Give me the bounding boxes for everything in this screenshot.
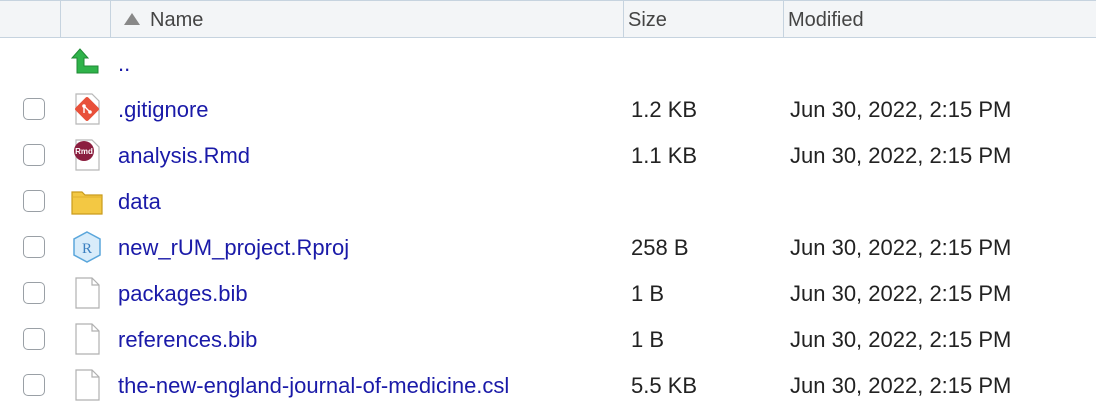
file-select-checkbox[interactable]	[23, 144, 45, 166]
file-name-link[interactable]: references.bib	[118, 327, 257, 353]
file-name-link[interactable]: packages.bib	[118, 281, 248, 307]
file-size: 1 B	[631, 327, 665, 352]
svg-text:Rmd: Rmd	[75, 147, 93, 156]
file-size: 1.1 KB	[631, 143, 698, 168]
file-modified: Jun 30, 2022, 2:15 PM	[790, 235, 1012, 260]
file-name-link[interactable]: the-new-england-journal-of-medicine.csl	[118, 373, 509, 399]
file-name-link[interactable]: analysis.Rmd	[118, 143, 250, 169]
file-modified: Jun 30, 2022, 2:15 PM	[790, 97, 1012, 122]
folder-icon	[71, 191, 103, 215]
file-row[interactable]: Rnew_rUM_project.Rproj 258 B Jun 30, 2022,…	[0, 224, 1096, 270]
header-modified-label: Modified	[788, 9, 864, 31]
header-size-label: Size	[628, 9, 667, 31]
file-size: 1 B	[631, 281, 665, 306]
rproj-file-icon: R	[73, 231, 101, 263]
header-icon-column	[61, 1, 111, 37]
file-modified: Jun 30, 2022, 2:15 PM	[790, 327, 1012, 352]
file-select-checkbox[interactable]	[23, 328, 45, 350]
header-size-column[interactable]: Size	[624, 1, 784, 37]
file-modified: Jun 30, 2022, 2:15 PM	[790, 373, 1012, 398]
file-select-checkbox[interactable]	[23, 374, 45, 396]
file-row[interactable]: references.bib 1 B Jun 30, 2022, 2:15 PM	[0, 316, 1096, 362]
file-list-header: Name Size Modified	[0, 0, 1096, 38]
header-name-label: Name	[150, 9, 204, 31]
rmd-file-icon: Rmd	[74, 139, 100, 171]
parent-directory-link[interactable]: ..	[118, 51, 130, 77]
file-select-checkbox[interactable]	[23, 282, 45, 304]
file-select-checkbox[interactable]	[23, 190, 45, 212]
file-modified: Jun 30, 2022, 2:15 PM	[790, 143, 1012, 168]
file-name-link[interactable]: new_rUM_project.Rproj	[118, 235, 349, 261]
file-modified: Jun 30, 2022, 2:15 PM	[790, 281, 1012, 306]
file-name-link[interactable]: .gitignore	[118, 97, 209, 123]
blank-file-icon	[75, 277, 100, 309]
header-modified-column[interactable]: Modified	[784, 1, 1096, 37]
file-row[interactable]: the-new-england-journal-of-medicine.csl 5…	[0, 362, 1096, 408]
parent-directory-row[interactable]: ..	[0, 40, 1096, 86]
up-arrow-icon[interactable]	[70, 46, 104, 80]
blank-file-icon	[75, 323, 100, 355]
file-select-checkbox[interactable]	[23, 98, 45, 120]
sort-ascending-icon	[124, 13, 140, 25]
svg-text:R: R	[82, 241, 92, 257]
header-name-column[interactable]: Name	[111, 1, 624, 37]
file-size: 1.2 KB	[631, 97, 698, 122]
blank-file-icon	[75, 369, 100, 401]
file-name-link[interactable]: data	[118, 189, 161, 215]
file-size: 5.5 KB	[631, 373, 698, 398]
git-file-icon	[75, 93, 100, 125]
file-select-checkbox[interactable]	[23, 236, 45, 258]
file-row[interactable]: packages.bib 1 B Jun 30, 2022, 2:15 PM	[0, 270, 1096, 316]
file-size: 258 B	[631, 235, 689, 260]
file-row[interactable]: Rmd analysis.Rmd 1.1 KB Jun 30, 2022, 2:15 …	[0, 132, 1096, 178]
file-row[interactable]: data	[0, 178, 1096, 224]
file-row[interactable]: .gitignore 1.2 KB Jun 30, 2022, 2:15 PM	[0, 86, 1096, 132]
header-select-column[interactable]	[0, 1, 61, 37]
